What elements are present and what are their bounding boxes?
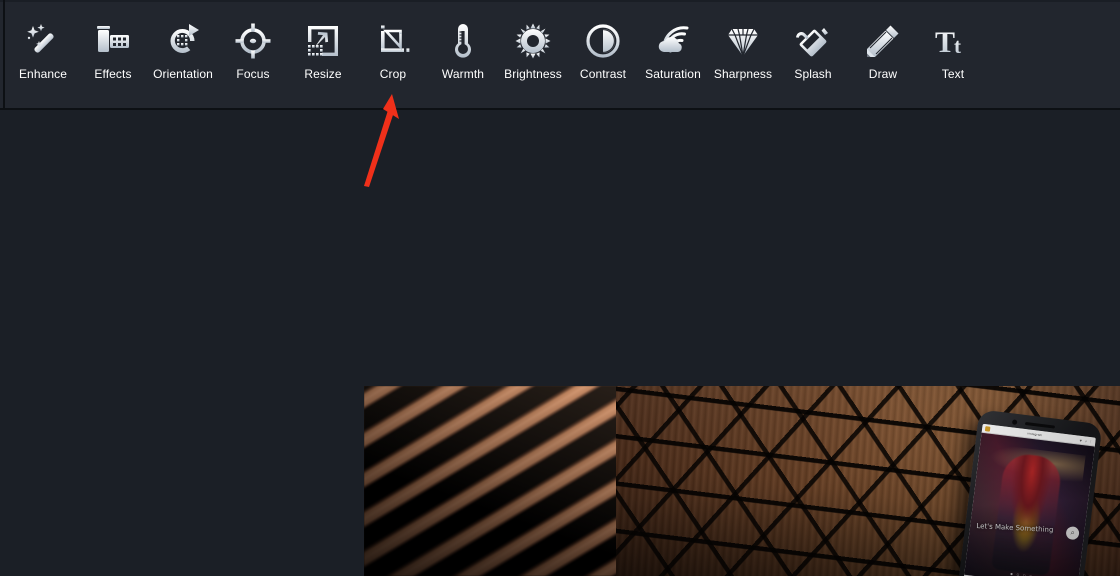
pencil-icon bbox=[862, 20, 904, 62]
diamond-icon bbox=[722, 20, 764, 62]
rotate-icon bbox=[162, 20, 204, 62]
tool-brightness[interactable]: Brightness bbox=[498, 0, 568, 108]
tool-label: Draw bbox=[868, 67, 898, 81]
tool-orientation[interactable]: Orientation bbox=[148, 0, 218, 108]
focus-target-icon bbox=[232, 20, 274, 62]
tool-label: Resize bbox=[304, 67, 342, 81]
contrast-circle-icon bbox=[582, 20, 624, 62]
photo-editing-canvas[interactable]: instagram ♥ ⌕ ⋮ Let's Make Something ⌕ ●… bbox=[0, 112, 1120, 576]
tool-enhance[interactable]: Enhance bbox=[8, 0, 78, 108]
resize-icon bbox=[302, 20, 344, 62]
tool-crop[interactable]: Crop bbox=[358, 0, 428, 108]
tool-label: Effects bbox=[94, 67, 132, 81]
tool-label: Brightness bbox=[504, 67, 562, 81]
tool-list: Enhance Effects Orientation Focus Resize… bbox=[8, 0, 988, 108]
tool-label: Text bbox=[941, 67, 965, 81]
tool-contrast[interactable]: Contrast bbox=[568, 0, 638, 108]
tool-label: Splash bbox=[794, 67, 832, 81]
photo-vignette bbox=[364, 386, 1120, 576]
film-roll-icon bbox=[92, 20, 134, 62]
tool-label: Saturation bbox=[645, 67, 701, 81]
tool-focus[interactable]: Focus bbox=[218, 0, 288, 108]
tool-label: Warmth bbox=[441, 67, 485, 81]
paint-bucket-icon bbox=[792, 20, 834, 62]
tool-label: Contrast bbox=[579, 67, 627, 81]
sun-icon bbox=[512, 20, 554, 62]
tool-resize[interactable]: Resize bbox=[288, 0, 358, 108]
tool-label: Orientation bbox=[153, 67, 213, 81]
tool-draw[interactable]: Draw bbox=[848, 0, 918, 108]
edited-photo[interactable]: instagram ♥ ⌕ ⋮ Let's Make Something ⌕ ●… bbox=[364, 386, 1120, 576]
crop-icon bbox=[372, 20, 414, 62]
tool-sharpness[interactable]: Sharpness bbox=[708, 0, 778, 108]
tool-label: Focus bbox=[236, 67, 270, 81]
text-tt-icon: T t bbox=[932, 20, 974, 62]
tool-text[interactable]: T t Text bbox=[918, 0, 988, 108]
tool-label: Crop bbox=[379, 67, 407, 81]
svg-text:T: T bbox=[935, 26, 955, 59]
tool-effects[interactable]: Effects bbox=[78, 0, 148, 108]
toolbar-left-divider bbox=[3, 0, 5, 108]
edit-tools-toolbar: Enhance Effects Orientation Focus Resize… bbox=[0, 0, 1120, 110]
tool-warmth[interactable]: Warmth bbox=[428, 0, 498, 108]
tool-splash[interactable]: Splash bbox=[778, 0, 848, 108]
tool-label: Enhance bbox=[18, 67, 68, 81]
tool-saturation[interactable]: Saturation bbox=[638, 0, 708, 108]
svg-text:t: t bbox=[954, 34, 961, 58]
tool-label: Sharpness bbox=[713, 67, 773, 81]
magic-wand-icon bbox=[22, 20, 64, 62]
rainbow-cloud-icon bbox=[652, 20, 694, 62]
thermometer-icon bbox=[442, 20, 484, 62]
